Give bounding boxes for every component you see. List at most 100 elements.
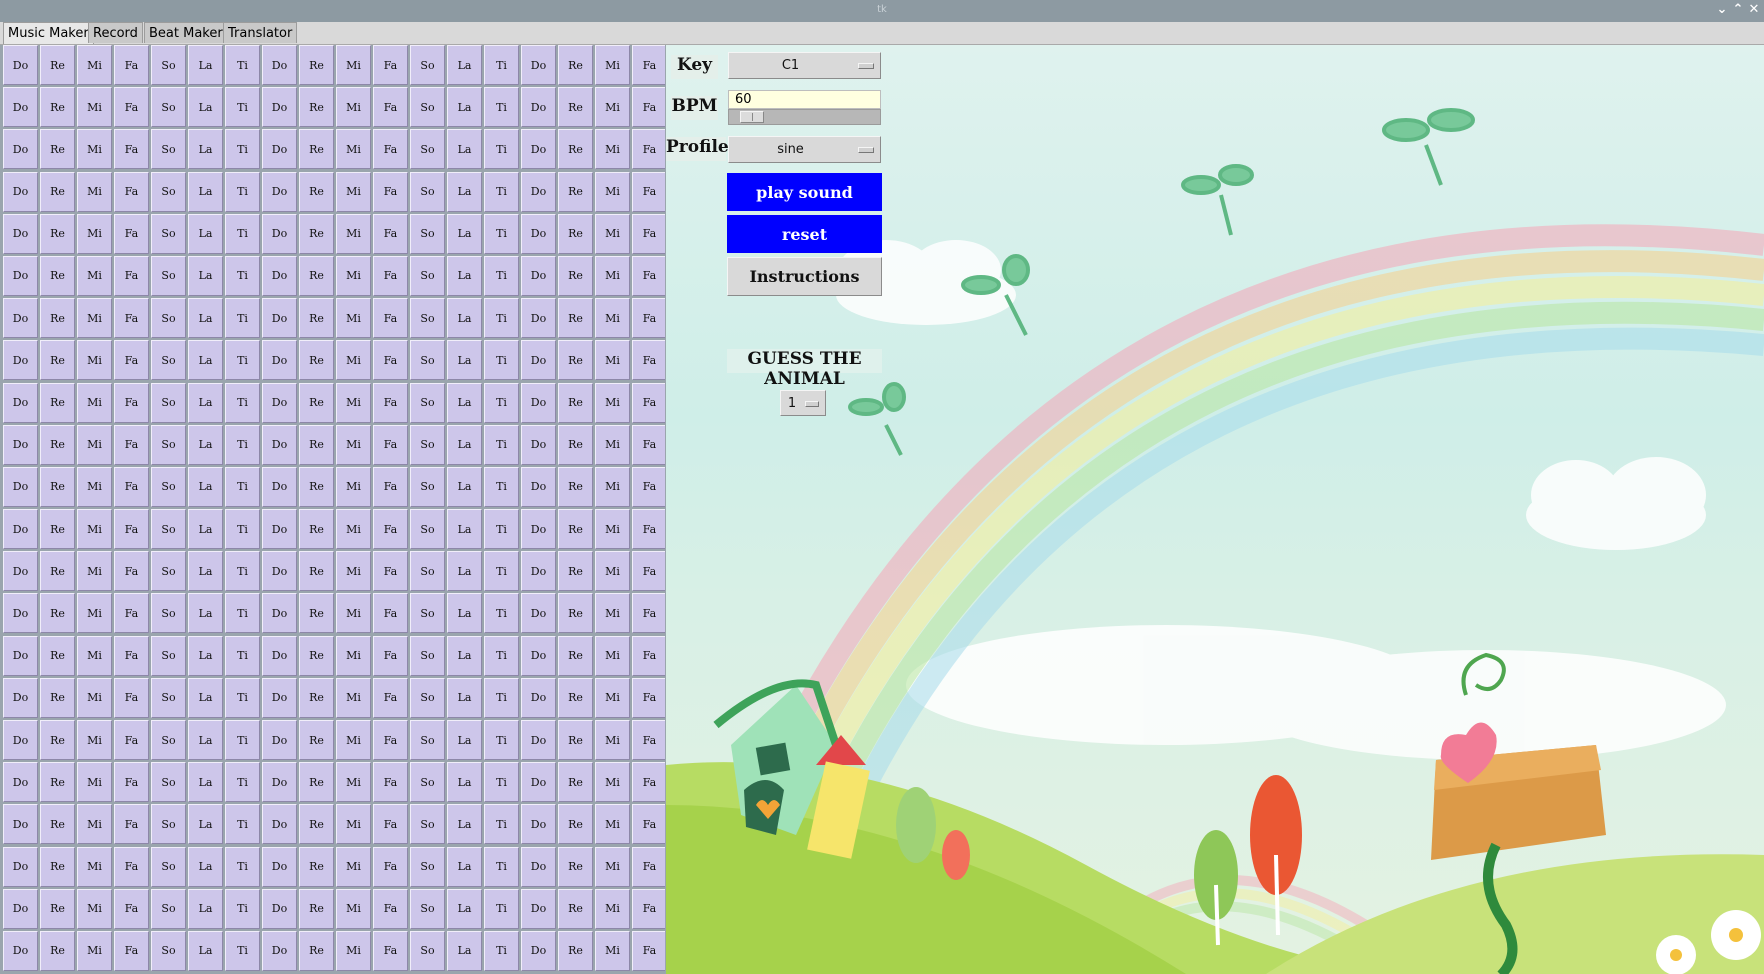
- note-button[interactable]: La: [188, 804, 223, 845]
- note-button[interactable]: Re: [558, 720, 593, 760]
- note-button[interactable]: Fa: [373, 466, 408, 507]
- close-icon[interactable]: ✕: [1746, 2, 1762, 18]
- note-button[interactable]: Fa: [632, 930, 665, 971]
- note-button[interactable]: Re: [558, 593, 593, 634]
- note-button[interactable]: Re: [558, 45, 593, 85]
- note-button[interactable]: Re: [40, 129, 75, 170]
- note-button[interactable]: Mi: [595, 846, 630, 887]
- note-button[interactable]: La: [188, 424, 223, 465]
- note-button[interactable]: Re: [299, 888, 334, 929]
- note-button[interactable]: La: [188, 87, 223, 128]
- note-button[interactable]: Do: [521, 45, 556, 85]
- note-button[interactable]: Do: [3, 466, 38, 507]
- note-button[interactable]: Mi: [77, 340, 112, 381]
- note-button[interactable]: Do: [262, 804, 297, 845]
- note-button[interactable]: Mi: [595, 87, 630, 128]
- note-button[interactable]: Mi: [77, 720, 112, 760]
- note-button[interactable]: Fa: [114, 888, 149, 929]
- note-button[interactable]: Ti: [225, 635, 260, 676]
- note-button[interactable]: So: [410, 551, 445, 592]
- note-button[interactable]: La: [447, 551, 482, 592]
- note-button[interactable]: Ti: [484, 87, 519, 128]
- note-button[interactable]: So: [410, 255, 445, 296]
- note-button[interactable]: Do: [262, 930, 297, 971]
- note-button[interactable]: Mi: [336, 213, 371, 254]
- note-button[interactable]: Do: [521, 213, 556, 254]
- note-button[interactable]: Do: [262, 593, 297, 634]
- note-button[interactable]: Re: [299, 382, 334, 423]
- note-button[interactable]: Fa: [373, 129, 408, 170]
- note-button[interactable]: Ti: [225, 593, 260, 634]
- note-button[interactable]: Re: [40, 720, 75, 760]
- note-button[interactable]: Fa: [632, 804, 665, 845]
- note-button[interactable]: Do: [521, 846, 556, 887]
- note-button[interactable]: Fa: [632, 466, 665, 507]
- note-button[interactable]: Re: [40, 255, 75, 296]
- note-button[interactable]: Mi: [595, 213, 630, 254]
- note-button[interactable]: So: [410, 635, 445, 676]
- note-button[interactable]: Ti: [225, 298, 260, 339]
- note-button[interactable]: Re: [299, 213, 334, 254]
- tab-translator[interactable]: Translator: [223, 22, 298, 43]
- note-button[interactable]: Do: [3, 213, 38, 254]
- note-button[interactable]: La: [447, 635, 482, 676]
- note-button[interactable]: Do: [521, 635, 556, 676]
- note-button[interactable]: Re: [40, 45, 75, 85]
- note-button[interactable]: Re: [299, 255, 334, 296]
- note-button[interactable]: So: [151, 677, 186, 718]
- note-button[interactable]: Re: [299, 298, 334, 339]
- note-button[interactable]: Fa: [114, 509, 149, 550]
- note-button[interactable]: Ti: [484, 720, 519, 760]
- note-button[interactable]: Ti: [225, 804, 260, 845]
- note-button[interactable]: So: [151, 213, 186, 254]
- note-button[interactable]: Ti: [484, 213, 519, 254]
- note-button[interactable]: Do: [3, 551, 38, 592]
- note-button[interactable]: Do: [521, 298, 556, 339]
- note-button[interactable]: La: [188, 593, 223, 634]
- note-button[interactable]: So: [151, 635, 186, 676]
- note-button[interactable]: La: [447, 213, 482, 254]
- note-button[interactable]: Ti: [484, 45, 519, 85]
- note-button[interactable]: Do: [521, 930, 556, 971]
- note-button[interactable]: So: [410, 213, 445, 254]
- note-button[interactable]: Mi: [336, 45, 371, 85]
- note-button[interactable]: So: [410, 888, 445, 929]
- note-button[interactable]: La: [447, 129, 482, 170]
- note-button[interactable]: Fa: [114, 340, 149, 381]
- note-button[interactable]: Fa: [114, 593, 149, 634]
- note-button[interactable]: Re: [40, 677, 75, 718]
- note-button[interactable]: La: [188, 129, 223, 170]
- note-button[interactable]: So: [151, 382, 186, 423]
- note-button[interactable]: Fa: [373, 888, 408, 929]
- note-button[interactable]: Do: [521, 382, 556, 423]
- note-button[interactable]: Do: [3, 593, 38, 634]
- note-button[interactable]: Do: [3, 340, 38, 381]
- note-button[interactable]: Ti: [225, 213, 260, 254]
- note-button[interactable]: Re: [299, 930, 334, 971]
- note-button[interactable]: Re: [40, 551, 75, 592]
- note-button[interactable]: Fa: [632, 720, 665, 760]
- note-button[interactable]: Fa: [114, 255, 149, 296]
- note-button[interactable]: So: [410, 593, 445, 634]
- note-button[interactable]: Re: [40, 509, 75, 550]
- note-button[interactable]: Mi: [77, 424, 112, 465]
- note-button[interactable]: Do: [262, 509, 297, 550]
- note-button[interactable]: Re: [558, 509, 593, 550]
- note-button[interactable]: La: [447, 804, 482, 845]
- note-button[interactable]: Ti: [225, 509, 260, 550]
- note-button[interactable]: Mi: [595, 382, 630, 423]
- note-button[interactable]: Mi: [77, 930, 112, 971]
- note-button[interactable]: Fa: [373, 87, 408, 128]
- note-button[interactable]: Mi: [77, 255, 112, 296]
- note-button[interactable]: Mi: [595, 509, 630, 550]
- note-button[interactable]: Do: [262, 298, 297, 339]
- note-button[interactable]: Do: [3, 255, 38, 296]
- key-select[interactable]: C1: [728, 52, 881, 79]
- note-button[interactable]: Ti: [225, 720, 260, 760]
- note-button[interactable]: La: [188, 340, 223, 381]
- note-button[interactable]: Re: [299, 87, 334, 128]
- note-button[interactable]: Mi: [336, 930, 371, 971]
- note-button[interactable]: La: [447, 466, 482, 507]
- guess-animal-select[interactable]: 1: [780, 390, 826, 416]
- note-button[interactable]: Fa: [114, 762, 149, 803]
